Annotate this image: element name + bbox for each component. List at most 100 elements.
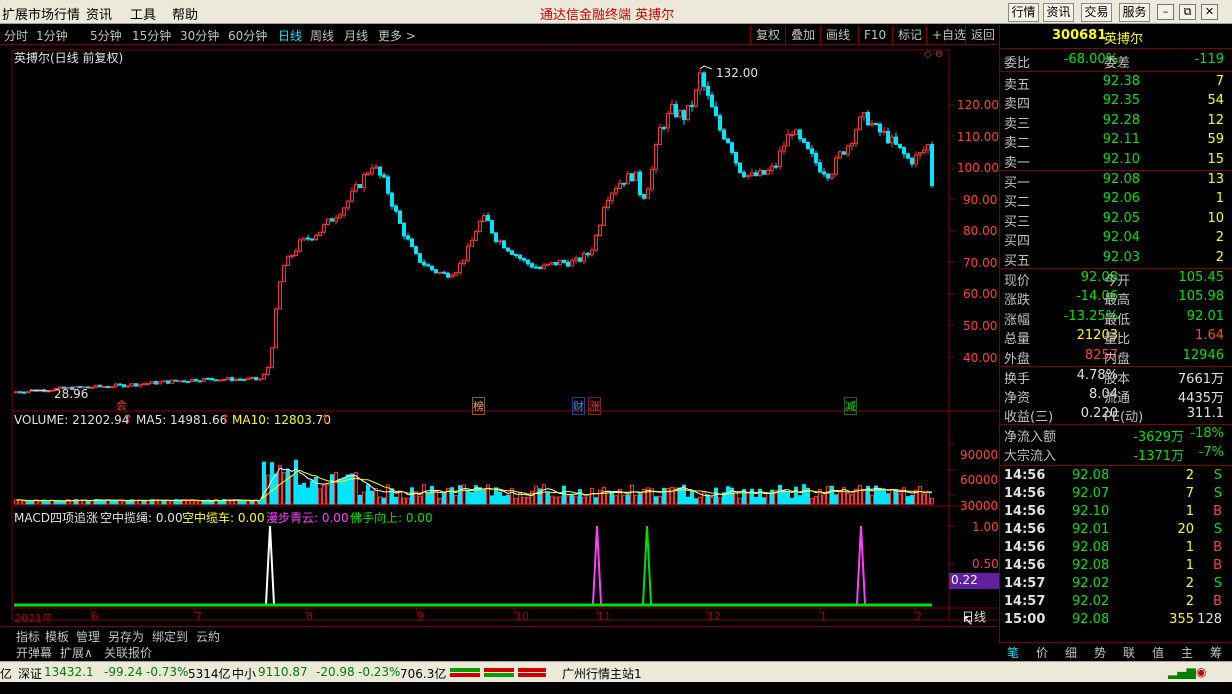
buy-level-row[interactable]: 买一 92.08 13 [1000, 172, 1228, 191]
event-mark[interactable]: 涨 [588, 397, 601, 415]
volume-ma10: MA10: 12803.70 [232, 413, 331, 427]
tab-1min[interactable]: 1分钟 [36, 27, 68, 44]
tab-monthly[interactable]: 月线 [344, 27, 368, 44]
buy-level-row[interactable]: 买四 92.04 2 [1000, 230, 1228, 249]
volume-bar [610, 491, 614, 505]
alert-icon[interactable]: ◉ [1196, 665, 1206, 679]
back-button[interactable]: 返回 [965, 26, 1000, 44]
tick-time: 14:56 [1004, 504, 1046, 519]
tab-link[interactable]: 联 [1123, 644, 1135, 661]
volume-bar [530, 490, 534, 505]
buy-level-row[interactable]: 买三 92.05 10 [1000, 211, 1228, 230]
close-icon[interactable]: ✕ [1201, 4, 1218, 20]
tab-more[interactable]: 更多 > [378, 27, 416, 44]
tab-60min[interactable]: 60分钟 [228, 27, 267, 44]
menu-tools[interactable]: 工具 [130, 4, 156, 23]
sz-index-value: 13432.1 [44, 665, 94, 679]
service-button[interactable]: 服务 [1119, 3, 1150, 22]
tab-value[interactable]: 值 [1152, 644, 1164, 661]
candle-body [118, 383, 122, 386]
volume-bar [822, 494, 826, 505]
candle-body [550, 261, 554, 265]
candle-body [706, 85, 710, 96]
candle-body [694, 89, 698, 107]
tab-30min[interactable]: 30分钟 [180, 27, 219, 44]
date-label: 12 [707, 610, 721, 623]
adjust-button[interactable]: 复权 [750, 26, 785, 44]
candle-body [538, 266, 542, 270]
tab-5min[interactable]: 5分钟 [90, 27, 122, 44]
tab-daily[interactable]: 日线 [278, 27, 302, 44]
candle-body [878, 123, 882, 133]
menu-news[interactable]: 资讯 [86, 4, 112, 23]
candle-body [530, 263, 534, 268]
volume-bar [462, 484, 466, 505]
sell-level-row[interactable]: 卖一 92.10 15 [1000, 152, 1228, 171]
tab-chips[interactable]: 筹 [1210, 644, 1222, 661]
volume-bar [634, 494, 638, 505]
volume-bar [14, 499, 18, 505]
tab-tick[interactable]: 笔 [1007, 644, 1019, 661]
expand-button[interactable]: 扩展∧ [60, 644, 93, 661]
event-mark[interactable]: 财 [572, 397, 585, 415]
volume-bar [658, 495, 662, 505]
chart-option-icon[interactable]: ◇ ⊖ [924, 49, 943, 60]
trade-button[interactable]: 交易 [1081, 3, 1112, 22]
candle-body [886, 130, 890, 144]
menu-bar: 扩展市场行情 资讯 工具 帮助 通达信金融终端 英搏尔 行情 资讯 交易 服务 … [0, 0, 1232, 24]
minimize-icon[interactable]: – [1157, 4, 1174, 20]
sell-level-row[interactable]: 卖五 92.38 7 [1000, 74, 1228, 93]
candle-body [906, 153, 910, 159]
sell-level-row[interactable]: 卖二 92.11 59 [1000, 132, 1228, 151]
kline-chart[interactable] [0, 46, 998, 626]
volume-bar [410, 487, 414, 505]
tick-volume: 1 [1185, 540, 1194, 555]
event-mark[interactable]: 会 [116, 397, 127, 413]
volume-bar [394, 496, 398, 505]
volume-bar [306, 487, 310, 505]
menu-ext-market[interactable]: 扩展市场行情 [2, 4, 80, 23]
restore-icon[interactable]: ⧉ [1179, 4, 1196, 20]
candle-body [766, 169, 770, 175]
tab-weekly[interactable]: 周线 [310, 27, 334, 44]
buy-level-row[interactable]: 买五 92.03 2 [1000, 250, 1228, 269]
buy-price: 92.04 [1102, 230, 1140, 246]
volume-bar [198, 500, 202, 505]
volume-bar [110, 499, 114, 505]
f10-button[interactable]: F10 [858, 26, 891, 44]
volume-bar [246, 500, 250, 505]
event-mark[interactable]: 减 [844, 397, 857, 415]
danmaku-button[interactable]: 开弹幕 [16, 644, 52, 661]
tab-price[interactable]: 价 [1036, 644, 1048, 661]
sell-level-row[interactable]: 卖三 92.28 12 [1000, 113, 1228, 132]
draw-button[interactable]: 画线 [820, 26, 855, 44]
news-button[interactable]: 资讯 [1043, 3, 1074, 22]
tab-intraday[interactable]: 分时 [4, 27, 28, 44]
tab-trend[interactable]: 势 [1094, 644, 1106, 661]
candle-body [246, 377, 250, 381]
related-quote-button[interactable]: 关联报价 [104, 644, 152, 661]
overlay-button[interactable]: 叠加 [785, 26, 820, 44]
tick-side: B [1213, 540, 1222, 555]
menu-help[interactable]: 帮助 [172, 4, 198, 23]
market-button[interactable]: 行情 [1008, 3, 1039, 22]
sz-index-label: 深证 [18, 667, 43, 681]
price-tick: 100.00 [957, 161, 999, 175]
sell-level-row[interactable]: 卖四 92.35 54 [1000, 93, 1228, 112]
candle-body [454, 272, 458, 276]
candle-body [242, 378, 246, 381]
candle-body [626, 173, 630, 185]
tab-main[interactable]: 主 [1181, 644, 1193, 661]
buy-level-row[interactable]: 买二 92.06 1 [1000, 191, 1228, 210]
stat-value: 7661万 [1177, 372, 1224, 387]
candle-body [498, 240, 502, 243]
server-name: 广州行情主站1 [562, 667, 642, 681]
event-mark[interactable]: 榜 [472, 397, 485, 415]
buy-price: 92.08 [1102, 172, 1140, 187]
volume-bar [654, 496, 658, 505]
candle-body [722, 129, 726, 140]
up-arrow-icon: ↑ [320, 412, 331, 426]
tab-15min[interactable]: 15分钟 [132, 27, 171, 44]
mark-button[interactable]: 标记 [892, 26, 927, 44]
tab-detail[interactable]: 细 [1065, 644, 1077, 661]
